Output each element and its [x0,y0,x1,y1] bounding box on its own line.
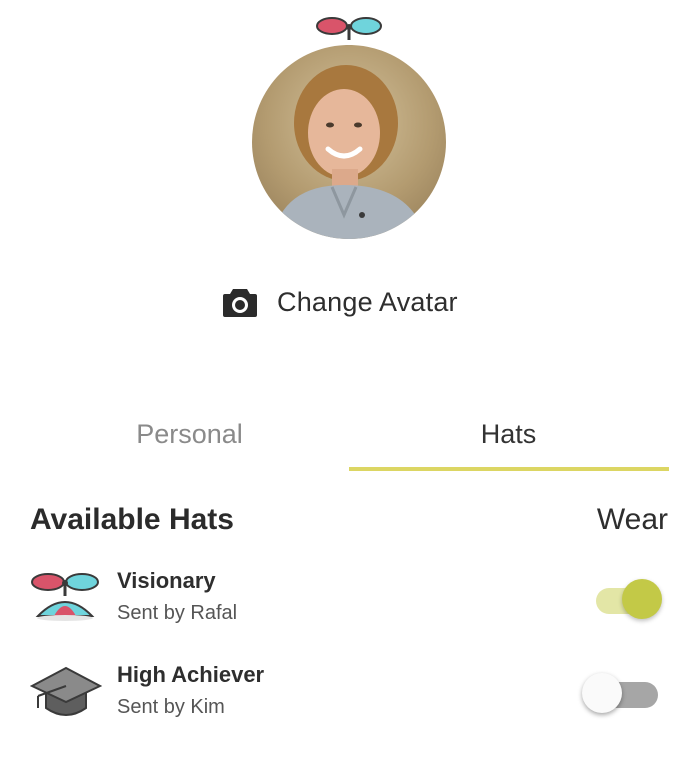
graduation-cap-icon [29,662,103,722]
toggle-knob [582,673,622,713]
hat-row-visionary: Visionary Sent by Rafal [30,568,669,632]
change-avatar-label: Change Avatar [277,286,458,317]
wear-toggle-visionary[interactable] [588,576,664,622]
change-avatar-button[interactable]: Change Avatar [222,282,458,322]
hat-sender: Sent by Kim [117,696,225,718]
active-tab-indicator [349,467,669,471]
hat-name: High Achiever [117,662,265,687]
avatar[interactable] [252,45,446,239]
hat-sender: Sent by Rafal [117,602,238,624]
toggle-knob [622,579,662,619]
hat-row-high-achiever: High Achiever Sent by Kim [29,662,669,726]
tab-personal[interactable]: Personal [30,410,349,472]
tab-bar: Personal Hats [30,410,669,472]
avatar-photo [252,45,446,239]
wear-column-header: Wear [596,503,668,536]
propeller-hat-icon [30,568,102,628]
hat-name: Visionary [117,568,216,593]
wear-toggle-high-achiever[interactable] [582,670,658,716]
camera-icon [223,289,257,317]
tab-hats[interactable]: Hats [349,410,668,472]
section-title: Available Hats [30,503,234,536]
